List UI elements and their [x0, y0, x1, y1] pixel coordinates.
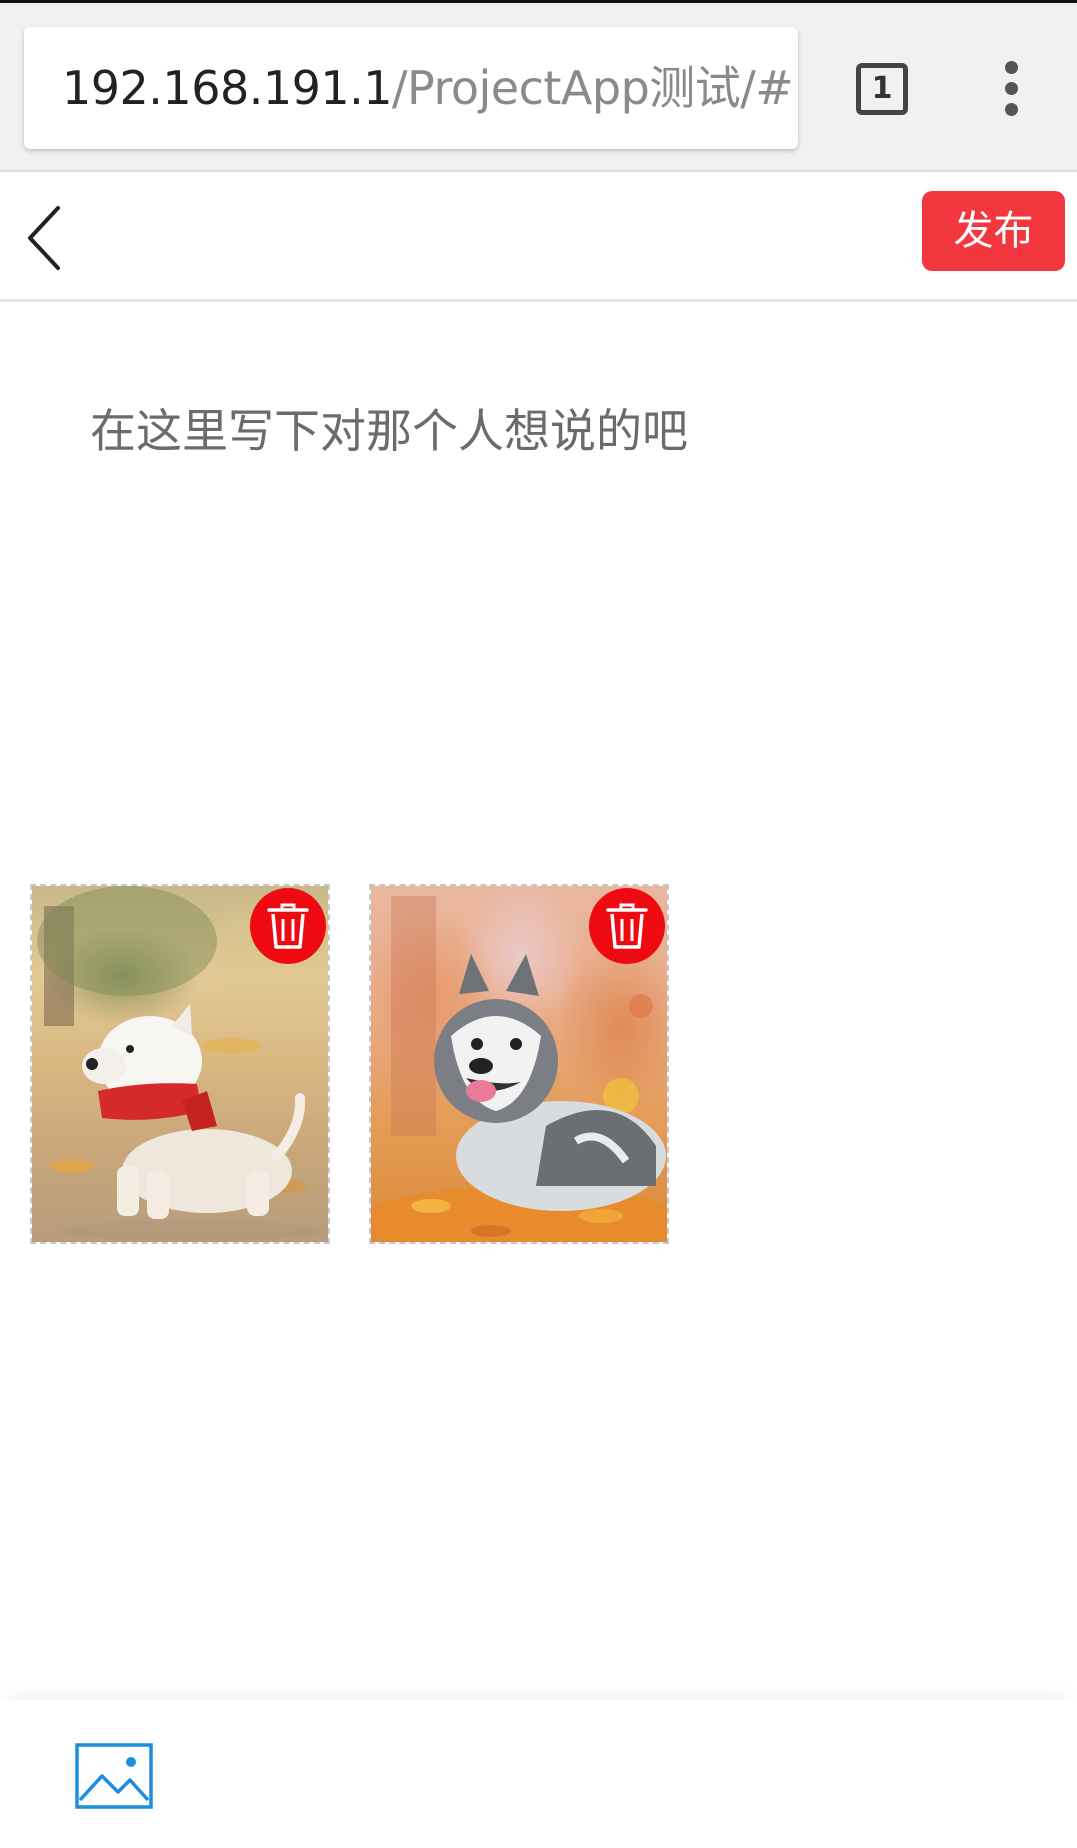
- photo-thumbnail[interactable]: [30, 884, 330, 1244]
- publish-button[interactable]: 发布: [922, 191, 1065, 271]
- tab-switcher-button[interactable]: 1: [856, 63, 908, 115]
- browser-toolbar: 192.168.191.1/ProjectApp测试/# 1: [0, 0, 1077, 172]
- message-input[interactable]: [60, 380, 1020, 800]
- url-path: /ProjectApp测试/#: [392, 61, 794, 115]
- back-button[interactable]: [20, 198, 80, 278]
- overflow-menu-icon[interactable]: [996, 61, 1026, 117]
- photo-thumbnail[interactable]: [369, 884, 669, 1244]
- image-icon: [75, 1743, 153, 1809]
- bottom-toolbar: [0, 1700, 1077, 1848]
- trash-icon: [606, 903, 648, 949]
- add-image-button[interactable]: [74, 1742, 154, 1810]
- trash-icon: [267, 903, 309, 949]
- address-bar[interactable]: 192.168.191.1/ProjectApp测试/#: [24, 27, 798, 149]
- delete-photo-button[interactable]: [250, 888, 326, 964]
- app-header: 发布: [0, 172, 1077, 302]
- url-text[interactable]: 192.168.191.1/ProjectApp测试/#: [62, 60, 794, 116]
- delete-photo-button[interactable]: [589, 888, 665, 964]
- url-host: 192.168.191.1: [62, 61, 393, 115]
- chevron-left-icon: [28, 206, 60, 270]
